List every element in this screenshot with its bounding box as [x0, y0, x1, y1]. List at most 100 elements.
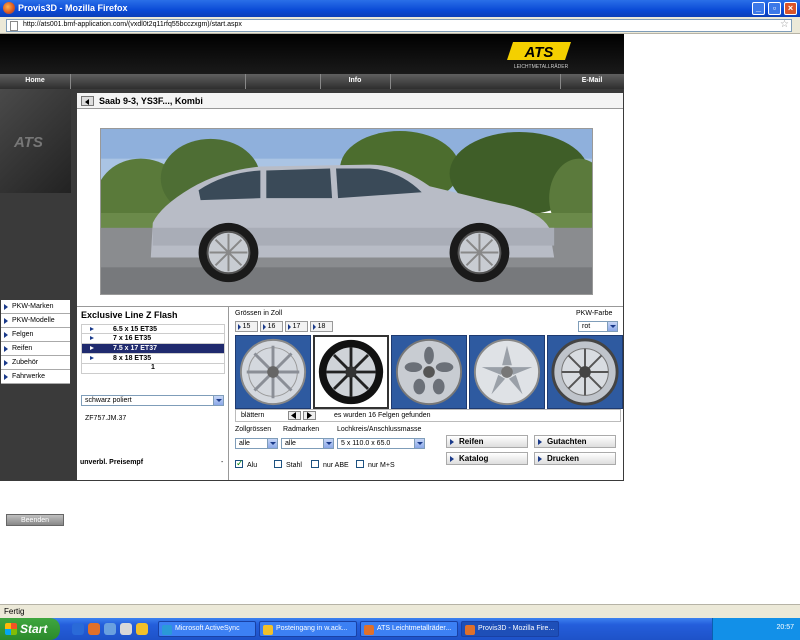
- rim-gallery: [235, 335, 623, 409]
- rim-thumbnail[interactable]: [391, 335, 467, 409]
- nav-email[interactable]: E-Mail: [560, 77, 624, 84]
- logo-text: ATS: [524, 44, 554, 61]
- gutachten-button[interactable]: Gutachten: [534, 435, 616, 448]
- size-button-15[interactable]: 15: [235, 321, 258, 332]
- alu-checkbox[interactable]: [235, 458, 244, 469]
- page-content: ATS LEICHTMETALLRÄDER Home Info E-Mail A…: [0, 34, 800, 604]
- status-bar: Fertig: [0, 604, 800, 618]
- bookmark-star-icon[interactable]: ☆: [780, 19, 789, 30]
- start-button[interactable]: Start: [0, 618, 60, 640]
- car-color-select[interactable]: rot: [578, 321, 618, 332]
- nur-abe-checkbox[interactable]: [311, 460, 319, 468]
- show-desktop-icon[interactable]: [72, 623, 84, 635]
- close-button[interactable]: ×: [784, 2, 797, 15]
- sidebar-item-felgen[interactable]: Felgen: [1, 328, 70, 342]
- size-table-page[interactable]: 1: [81, 364, 225, 374]
- price-label: unverbl. Preisempf: [80, 459, 144, 466]
- nur-abe-label: nur ABE: [323, 462, 349, 469]
- back-button[interactable]: [81, 96, 94, 106]
- url-input[interactable]: http://ats001.bmf-application.com/(vxdl0…: [6, 19, 792, 32]
- size-button-16[interactable]: 16: [260, 321, 283, 332]
- wheel-size-table: 6.5 x 15 ET35 7 x 16 ET35 7.5 x 17 ET37 …: [81, 324, 225, 374]
- nur-ms-checkbox[interactable]: [356, 460, 364, 468]
- price-value: -: [221, 459, 224, 466]
- car-title: Saab 9-3, YS3F..., Kombi: [99, 96, 203, 106]
- minimize-button[interactable]: _: [752, 2, 765, 15]
- sidebar-logo: ATS: [0, 89, 71, 193]
- wheel-size-row-selected[interactable]: 7.5 x 17 ET37: [81, 344, 225, 354]
- pager-label: blättern: [241, 412, 265, 419]
- reifen-button[interactable]: Reifen: [446, 435, 528, 448]
- wheel-color-select[interactable]: schwarz poliert: [81, 395, 224, 406]
- wheel-size-row[interactable]: 6.5 x 15 ET35: [81, 324, 225, 334]
- logo-subtitle: LEICHTMETALLRÄDER: [514, 63, 569, 70]
- configurator-panel: Saab 9-3, YS3F..., Kombi Exclusive Line …: [77, 93, 623, 480]
- radmarken-select[interactable]: alle: [281, 438, 334, 449]
- sidebar-item-pkw-modelle[interactable]: PKW-Modelle: [1, 314, 70, 328]
- taskbar-item-ats[interactable]: ATS Leichtmetallräder...: [360, 621, 458, 637]
- taskbar-item-mail[interactable]: Posteingang in w.ack...: [259, 621, 357, 637]
- nav-info[interactable]: Info: [320, 77, 390, 84]
- maximize-button[interactable]: ▫: [768, 2, 781, 15]
- window-title: Provis3D - Mozilla Firefox: [18, 3, 128, 13]
- sidebar-item-reifen[interactable]: Reifen: [1, 342, 70, 356]
- taskbar-item-activesync[interactable]: Microsoft ActiveSync: [158, 621, 256, 637]
- zoll-label: Zollgrössen: [235, 426, 272, 433]
- stahl-label: Stahl: [286, 462, 302, 469]
- wheel-size-row[interactable]: 8 x 18 ET35: [81, 354, 225, 364]
- rim-thumbnail[interactable]: [235, 335, 311, 409]
- lochkreis-label: Lochkreis/Anschlussmasse: [337, 426, 422, 433]
- rim-thumbnail[interactable]: [469, 335, 545, 409]
- sidebar-item-pkw-marken[interactable]: PKW-Marken: [1, 300, 70, 314]
- katalog-button[interactable]: Katalog: [446, 452, 528, 465]
- wheel-selector-panel: Grössen in Zoll 15 16 17 18 PKW-Farbe ro…: [229, 306, 623, 480]
- wheel-size-row[interactable]: 7 x 16 ET35: [81, 334, 225, 344]
- alu-label: Alu: [247, 462, 258, 469]
- chevron-down-icon: [267, 439, 277, 448]
- wheel-name: Exclusive Line Z Flash: [81, 310, 178, 320]
- sidebar-item-fahrwerke[interactable]: Fahrwerke: [1, 370, 70, 384]
- ie-quicklaunch-icon[interactable]: [104, 623, 116, 635]
- pager-prev-button[interactable]: [288, 411, 301, 420]
- main-area: Saab 9-3, YS3F..., Kombi Exclusive Line …: [71, 89, 624, 481]
- size-button-17[interactable]: 17: [285, 321, 308, 332]
- drucken-button[interactable]: Drucken: [534, 452, 616, 465]
- system-tray: 20:57: [712, 618, 800, 640]
- clock: 20:57: [776, 624, 794, 631]
- firefox-quicklaunch-icon[interactable]: [88, 623, 100, 635]
- sizes-label: Grössen in Zoll: [235, 310, 283, 317]
- car-title-bar: Saab 9-3, YS3F..., Kombi: [77, 93, 623, 109]
- mail-quicklaunch-icon[interactable]: [120, 623, 132, 635]
- main-nav: Home Info E-Mail: [0, 74, 624, 89]
- logout-button[interactable]: Beenden: [6, 514, 64, 526]
- article-number: ZF757.JM.37: [85, 415, 127, 422]
- nur-ms-label: nur M+S: [368, 462, 395, 469]
- status-text: Fertig: [4, 607, 25, 616]
- window-title-bar: Provis3D - Mozilla Firefox _ ▫ ×: [0, 0, 800, 17]
- sidebar-item-zubehoer[interactable]: Zubehör: [1, 356, 70, 370]
- car-color-label: PKW-Farbe: [576, 310, 613, 317]
- taskbar-item-provis3d[interactable]: Provis3D - Mozilla Fire...: [461, 621, 559, 637]
- chevron-left-icon: [291, 412, 296, 419]
- chevron-down-icon: [213, 396, 223, 405]
- stahl-checkbox[interactable]: [274, 460, 282, 468]
- rim-thumbnail[interactable]: [547, 335, 623, 409]
- rim-thumbnail-selected[interactable]: [313, 335, 389, 409]
- rim-pager: blättern es wurden 16 Felgen gefunden: [235, 409, 621, 422]
- pager-next-button[interactable]: [303, 411, 316, 420]
- nav-home[interactable]: Home: [0, 77, 70, 84]
- zoll-select[interactable]: alle: [235, 438, 278, 449]
- found-count-text: es wurden 16 Felgen gefunden: [334, 412, 431, 419]
- site-header: ATS LEICHTMETALLRÄDER: [0, 34, 624, 74]
- sidebar: ATS PKW-Marken PKW-Modelle Felgen Reifen…: [0, 89, 71, 526]
- lochkreis-select[interactable]: 5 x 110.0 x 65.0: [337, 438, 425, 449]
- folder-quicklaunch-icon[interactable]: [136, 623, 148, 635]
- sidebar-menu: PKW-Marken PKW-Modelle Felgen Reifen Zub…: [1, 300, 70, 384]
- wheel-info-panel: Exclusive Line Z Flash 6.5 x 15 ET35 7 x…: [77, 306, 229, 480]
- firefox-icon: [3, 2, 15, 14]
- url-text: http://ats001.bmf-application.com/(vxdl0…: [23, 21, 242, 28]
- ats-logo: ATS LEICHTMETALLRÄDER: [507, 42, 571, 70]
- size-button-18[interactable]: 18: [310, 321, 333, 332]
- taskbar: Start Microsoft ActiveSync Posteingang i…: [0, 618, 800, 640]
- chevron-right-icon: [307, 412, 312, 419]
